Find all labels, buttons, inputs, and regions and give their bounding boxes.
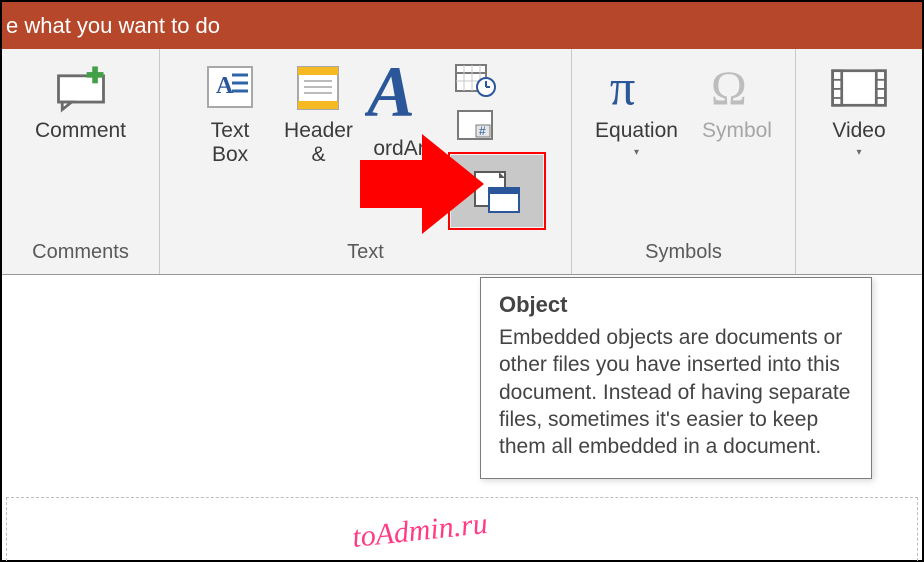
comment-icon [51, 63, 111, 113]
group-media: Video ▾ [796, 49, 922, 274]
textbox-button[interactable]: A Text Box [188, 59, 272, 171]
group-symbols-label: Symbols [645, 241, 722, 268]
tell-me-text: e what you want to do [6, 13, 220, 39]
svg-text:A: A [216, 73, 234, 99]
equation-dropdown-icon: ▾ [634, 147, 639, 158]
equation-icon: π [606, 63, 666, 113]
tooltip-body: Embedded objects are documents or other … [499, 324, 853, 460]
header-footer-icon [288, 63, 348, 113]
header-footer-label: Header & [284, 119, 353, 167]
video-label: Video [832, 119, 885, 143]
comment-button[interactable]: Comment [23, 59, 138, 147]
equation-button[interactable]: π Equation ▾ [583, 59, 690, 162]
svg-text:A: A [365, 60, 415, 132]
tooltip-title: Object [499, 292, 853, 318]
wordart-dropdown-icon: ▾ [399, 165, 404, 176]
video-icon [829, 63, 889, 113]
text-small-column: # [451, 59, 543, 227]
slidenumber-button[interactable]: # [451, 105, 499, 145]
symbol-button[interactable]: Ω Symbol [690, 59, 784, 147]
group-text: A Text Box [160, 49, 572, 274]
object-icon [469, 166, 525, 216]
group-comments: Comment Comments [2, 49, 160, 274]
datetime-button[interactable] [451, 59, 499, 99]
textbox-icon: A [200, 63, 260, 113]
video-dropdown-icon: ▾ [856, 147, 861, 158]
wordart-icon: A [365, 63, 439, 131]
header-footer-button[interactable]: Header & [272, 59, 365, 171]
tooltip-object: Object Embedded objects are documents or… [480, 277, 872, 479]
svg-text:Ω: Ω [711, 62, 747, 115]
comment-label: Comment [35, 119, 126, 143]
symbol-label: Symbol [702, 119, 772, 143]
wordart-label: ordArt [373, 137, 430, 161]
wordart-button[interactable]: A ordArt ▾ [365, 59, 445, 180]
group-text-label: Text [347, 241, 384, 268]
tell-me-bar[interactable]: e what you want to do [2, 2, 922, 49]
group-comments-label: Comments [32, 241, 129, 268]
object-button[interactable] [451, 155, 543, 227]
slidenumber-icon: # [454, 107, 496, 143]
ribbon: Comment Comments A Text Box [2, 49, 922, 275]
datetime-icon [454, 61, 496, 97]
equation-label: Equation [595, 119, 678, 143]
group-symbols: π Equation ▾ Ω Symbol Symbols [572, 49, 796, 274]
video-button[interactable]: Video ▾ [817, 59, 901, 162]
svg-text:#: # [479, 124, 486, 138]
svg-text:π: π [610, 61, 635, 115]
symbol-icon: Ω [707, 63, 767, 113]
textbox-label: Text Box [211, 119, 250, 167]
